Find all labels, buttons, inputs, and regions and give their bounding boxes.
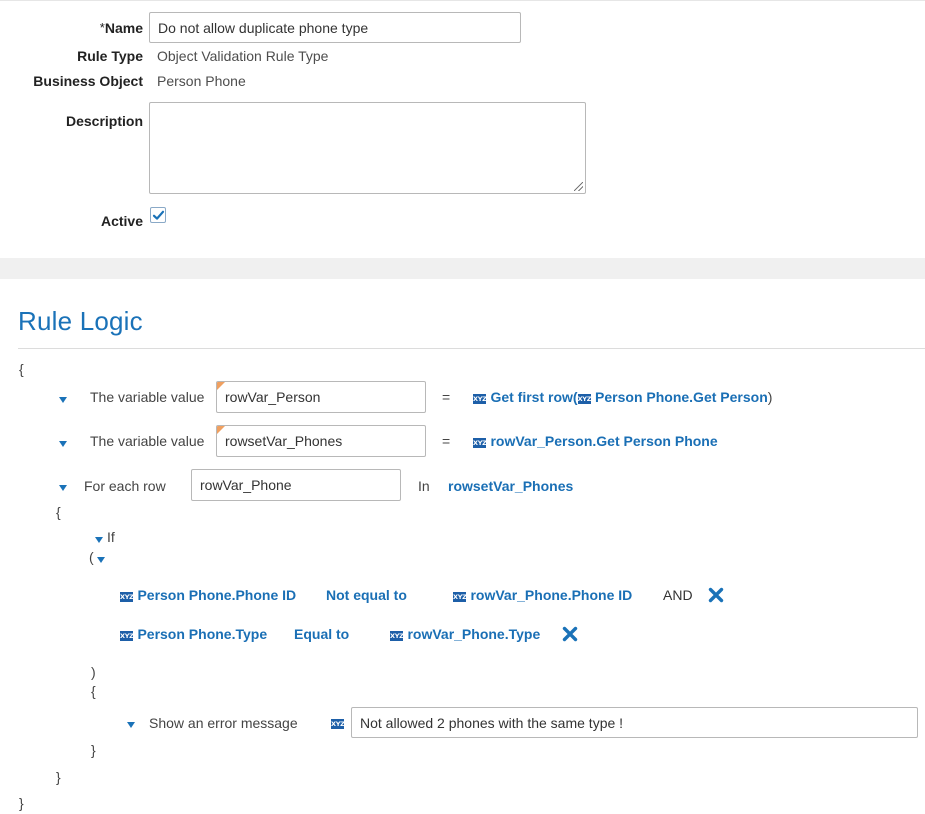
description-textarea[interactable]	[149, 102, 586, 194]
condition-group-toggle-caret-down-icon[interactable]	[97, 557, 105, 563]
condition-1-operator[interactable]: Not equal to	[326, 587, 407, 603]
condition-2-right[interactable]: XYZ rowVar_Phone.Type	[390, 626, 540, 644]
active-label: Active	[100, 213, 143, 229]
expression-argument[interactable]: Person Phone.Get Person	[595, 389, 768, 405]
expression-function[interactable]: Get first row(	[490, 389, 577, 405]
for-each-toggle-caret-down-icon[interactable]	[59, 485, 67, 491]
action-label: Show an error message	[149, 715, 298, 731]
name-label: *Name	[99, 20, 143, 36]
condition-1-joiner[interactable]: AND	[663, 587, 693, 603]
xyz-expression-icon: XYZ	[453, 592, 467, 602]
outer-open-brace: {	[19, 361, 24, 377]
statement-1-prefix: The variable value	[90, 389, 205, 405]
xyz-expression-icon: XYZ	[473, 394, 487, 404]
for-each-close-brace: }	[56, 769, 61, 785]
statement-2-toggle-caret-down-icon[interactable]	[59, 441, 67, 447]
resize-grip-icon[interactable]	[574, 182, 583, 191]
section-separator	[0, 258, 925, 279]
statement-1-variable-input[interactable]: rowVar_Person	[216, 381, 426, 413]
for-each-variable-input[interactable]: rowVar_Phone	[191, 469, 401, 501]
rule-logic-title: Rule Logic	[18, 306, 143, 336]
action-toggle-caret-down-icon[interactable]	[127, 722, 135, 728]
business-object-label: Business Object	[33, 73, 143, 89]
outer-close-brace: }	[19, 795, 24, 811]
xyz-expression-icon: XYZ	[390, 631, 404, 641]
active-checkbox[interactable]	[150, 207, 166, 223]
condition-2-remove-close-x-icon[interactable]	[562, 626, 578, 642]
rule-type-value: Object Validation Rule Type	[157, 48, 329, 64]
statement-2-variable-input[interactable]: rowsetVar_Phones	[216, 425, 426, 457]
variable-corner-marker	[217, 426, 225, 434]
condition-1-left[interactable]: XYZ Person Phone.Phone ID	[120, 587, 296, 605]
statement-1-toggle-caret-down-icon[interactable]	[59, 397, 67, 403]
top-border	[0, 0, 925, 1]
xyz-expression-icon: XYZ	[331, 719, 345, 729]
for-each-prefix: For each row	[84, 478, 166, 494]
statement-1-expression[interactable]: XYZ Get first row(XYZ Person Phone.Get P…	[473, 389, 772, 407]
condition-2-left[interactable]: XYZ Person Phone.Type	[120, 626, 267, 644]
condition-1-remove-close-x-icon[interactable]	[708, 587, 724, 603]
if-close-paren: )	[91, 664, 96, 680]
variable-corner-marker	[217, 382, 225, 390]
condition-2-operator[interactable]: Equal to	[294, 626, 349, 642]
expression-close-paren: )	[767, 389, 773, 405]
expression-value[interactable]: rowVar_Person.Get Person Phone	[490, 433, 717, 449]
statement-2-expression[interactable]: XYZ rowVar_Person.Get Person Phone	[473, 433, 718, 451]
if-close-brace: }	[91, 742, 96, 758]
condition-1-right[interactable]: XYZ rowVar_Phone.Phone ID	[453, 587, 632, 605]
statement-2-prefix: The variable value	[90, 433, 205, 449]
xyz-expression-icon: XYZ	[577, 394, 592, 404]
if-open-brace: {	[91, 683, 96, 699]
if-toggle-caret-down-icon[interactable]	[95, 537, 103, 543]
description-label: Description	[65, 113, 143, 129]
for-each-collection-link[interactable]: rowsetVar_Phones	[448, 478, 573, 494]
business-object-value: Person Phone	[157, 73, 246, 89]
if-label: If	[107, 529, 115, 545]
xyz-expression-icon: XYZ	[120, 631, 134, 641]
rule-type-label: Rule Type	[77, 48, 143, 64]
xyz-expression-icon: XYZ	[120, 592, 134, 602]
xyz-expression-icon: XYZ	[473, 438, 487, 448]
for-each-open-brace: {	[56, 504, 61, 520]
if-open-paren: (	[89, 549, 94, 565]
statement-1-operator: =	[442, 389, 451, 405]
title-underline	[18, 348, 925, 349]
statement-2-operator: =	[442, 433, 451, 449]
name-input[interactable]: Do not allow duplicate phone type	[149, 12, 521, 43]
for-each-in-label: In	[418, 478, 430, 494]
error-message-input[interactable]: Not allowed 2 phones with the same type …	[351, 707, 918, 738]
checkmark-icon	[152, 210, 165, 220]
